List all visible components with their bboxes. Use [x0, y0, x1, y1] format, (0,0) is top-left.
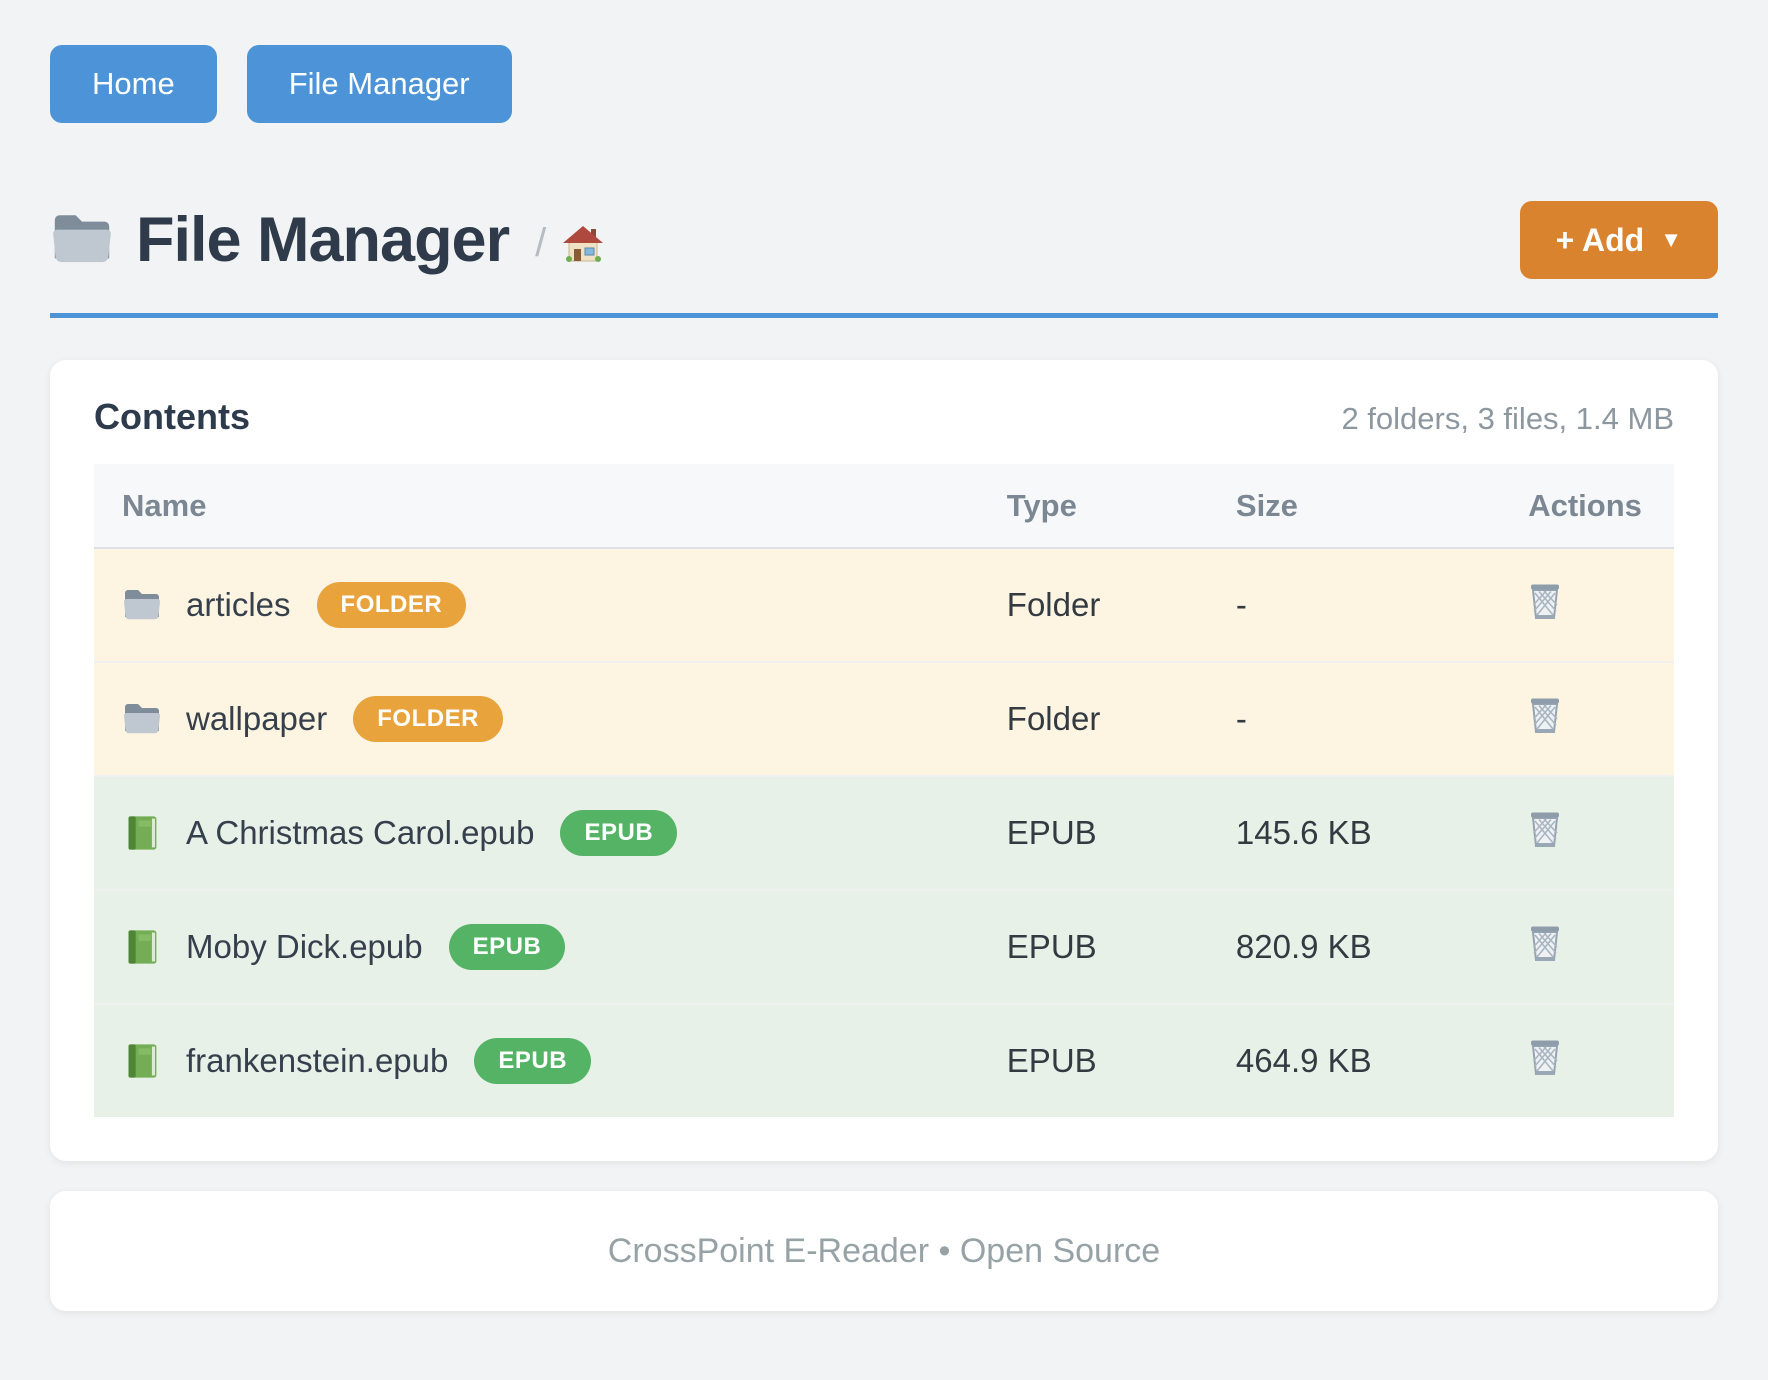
table-row: Moby Dick.epub EPUB EPUB 820.9 KB — [94, 890, 1674, 1004]
size-cell: - — [1208, 548, 1500, 662]
title-wrap: File Manager / — [50, 204, 604, 276]
add-button-label: + Add — [1556, 222, 1645, 259]
contents-summary: 2 folders, 3 files, 1.4 MB — [1341, 401, 1674, 437]
size-cell: 145.6 KB — [1208, 776, 1500, 890]
book-icon — [122, 1043, 162, 1079]
type-cell: Folder — [979, 662, 1208, 776]
book-icon — [122, 815, 162, 851]
column-header-actions: Actions — [1500, 464, 1674, 548]
table-header-row: Name Type Size Actions — [94, 464, 1674, 548]
file-name[interactable]: Moby Dick.epub — [186, 928, 423, 966]
top-nav: Home File Manager — [50, 45, 1718, 123]
type-badge: FOLDER — [353, 696, 503, 742]
table-row: articles FOLDER Folder - — [94, 548, 1674, 662]
size-cell: 820.9 KB — [1208, 890, 1500, 1004]
trash-icon — [1528, 1038, 1562, 1079]
contents-title: Contents — [94, 396, 250, 438]
footer-card: CrossPoint E-Reader • Open Source — [50, 1191, 1718, 1311]
breadcrumb: / — [535, 221, 546, 266]
type-badge: FOLDER — [317, 582, 467, 628]
folder-icon — [50, 212, 114, 268]
type-badge: EPUB — [449, 924, 566, 970]
column-header-size: Size — [1208, 464, 1500, 548]
trash-icon — [1528, 810, 1562, 851]
file-table: Name Type Size Actions articles FOLDER F… — [94, 464, 1674, 1117]
size-cell: - — [1208, 662, 1500, 776]
add-button[interactable]: + Add ▼ — [1520, 201, 1718, 279]
size-cell: 464.9 KB — [1208, 1004, 1500, 1117]
table-row: frankenstein.epub EPUB EPUB 464.9 KB — [94, 1004, 1674, 1117]
page: Home File Manager File Manager / + Add ▼… — [50, 0, 1718, 1311]
trash-icon — [1528, 582, 1562, 623]
contents-card: Contents 2 folders, 3 files, 1.4 MB Name… — [50, 360, 1718, 1161]
file-name[interactable]: articles — [186, 586, 291, 624]
footer-text: CrossPoint E-Reader • Open Source — [608, 1232, 1160, 1271]
home-nav-button[interactable]: Home — [50, 45, 217, 123]
delete-button[interactable] — [1528, 810, 1562, 851]
type-badge: EPUB — [474, 1038, 591, 1084]
type-cell: EPUB — [979, 776, 1208, 890]
table-row: A Christmas Carol.epub EPUB EPUB 145.6 K… — [94, 776, 1674, 890]
delete-button[interactable] — [1528, 1038, 1562, 1079]
column-header-name: Name — [94, 464, 979, 548]
delete-button[interactable] — [1528, 582, 1562, 623]
trash-icon — [1528, 924, 1562, 965]
file-name[interactable]: A Christmas Carol.epub — [186, 814, 534, 852]
house-icon[interactable] — [562, 224, 604, 266]
table-row: wallpaper FOLDER Folder - — [94, 662, 1674, 776]
type-badge: EPUB — [560, 810, 677, 856]
type-cell: Folder — [979, 548, 1208, 662]
type-cell: EPUB — [979, 1004, 1208, 1117]
file-name[interactable]: frankenstein.epub — [186, 1042, 448, 1080]
table-body: articles FOLDER Folder - wallpaper — [94, 548, 1674, 1117]
contents-header: Contents 2 folders, 3 files, 1.4 MB — [94, 396, 1674, 438]
page-header: File Manager / + Add ▼ — [50, 201, 1718, 318]
delete-button[interactable] — [1528, 696, 1562, 737]
delete-button[interactable] — [1528, 924, 1562, 965]
folder-icon — [122, 587, 162, 623]
type-cell: EPUB — [979, 890, 1208, 1004]
page-title: File Manager — [136, 204, 509, 276]
file-name[interactable]: wallpaper — [186, 700, 327, 738]
book-icon — [122, 929, 162, 965]
column-header-type: Type — [979, 464, 1208, 548]
chevron-down-icon: ▼ — [1660, 227, 1682, 253]
folder-icon — [122, 701, 162, 737]
trash-icon — [1528, 696, 1562, 737]
file-manager-nav-button[interactable]: File Manager — [247, 45, 512, 123]
